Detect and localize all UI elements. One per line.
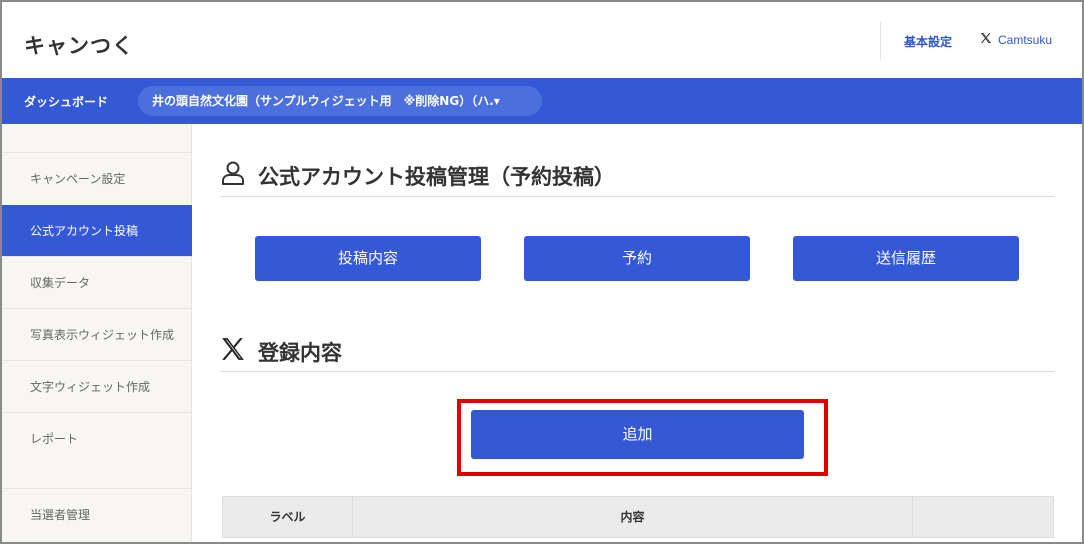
x-account-name: Camtsuku	[998, 32, 1053, 47]
tab-post-content[interactable]: 投稿内容	[255, 236, 481, 281]
title-divider	[220, 196, 1054, 197]
x-logo-icon	[980, 32, 992, 47]
sidebar-item-collected-data[interactable]: 収集データ	[2, 256, 192, 308]
sidebar: キャンペーン設定 公式アカウント投稿 収集データ 写真表示ウィジェット作成 文字…	[2, 124, 192, 542]
basic-settings-link[interactable]: 基本設定	[904, 33, 952, 50]
sidebar-item-campaign-settings[interactable]: キャンペーン設定	[2, 152, 192, 204]
top-header: キャンつく 基本設定 Camtsuku	[2, 2, 1082, 78]
registration-title-text: 登録内容	[258, 340, 342, 365]
campaign-selector[interactable]: 井の頭自然文化園（サンプルウィジェット用 ※削除NG）（ハ.▾	[138, 86, 542, 116]
sidebar-item-winner-management[interactable]: 当選者管理	[2, 488, 192, 540]
x-logo-icon	[220, 336, 246, 367]
registration-divider	[220, 371, 1054, 372]
header-divider	[880, 22, 881, 60]
column-header-actions	[913, 497, 1053, 537]
column-header-content: 内容	[353, 497, 913, 537]
user-icon	[220, 160, 246, 191]
sidebar-item-photo-widget[interactable]: 写真表示ウィジェット作成	[2, 308, 192, 360]
sidebar-item-report[interactable]: レポート	[2, 412, 192, 464]
campaign-bar: ダッシュボード 井の頭自然文化園（サンプルウィジェット用 ※削除NG）（ハ.▾	[2, 78, 1082, 124]
sidebar-item-official-account-post[interactable]: 公式アカウント投稿	[2, 205, 192, 257]
tab-reservation[interactable]: 予約	[524, 236, 750, 281]
column-header-label: ラベル	[223, 497, 353, 537]
sidebar-item-text-widget[interactable]: 文字ウィジェット作成	[2, 360, 192, 412]
tab-send-history[interactable]: 送信履歴	[793, 236, 1019, 281]
registration-title: 登録内容	[220, 336, 342, 367]
page-title-text: 公式アカウント投稿管理（予約投稿）	[258, 164, 615, 189]
add-button[interactable]: 追加	[471, 410, 804, 459]
table-header: ラベル 内容	[222, 496, 1054, 538]
x-account-link[interactable]: Camtsuku	[980, 32, 1052, 47]
app-window: キャンつく 基本設定 Camtsuku ダッシュボード 井の頭自然文化園（サンプ…	[0, 0, 1084, 544]
page-title: 公式アカウント投稿管理（予約投稿）	[220, 160, 615, 191]
app-title[interactable]: キャンつく	[24, 30, 134, 60]
dashboard-link[interactable]: ダッシュボード	[24, 93, 108, 110]
